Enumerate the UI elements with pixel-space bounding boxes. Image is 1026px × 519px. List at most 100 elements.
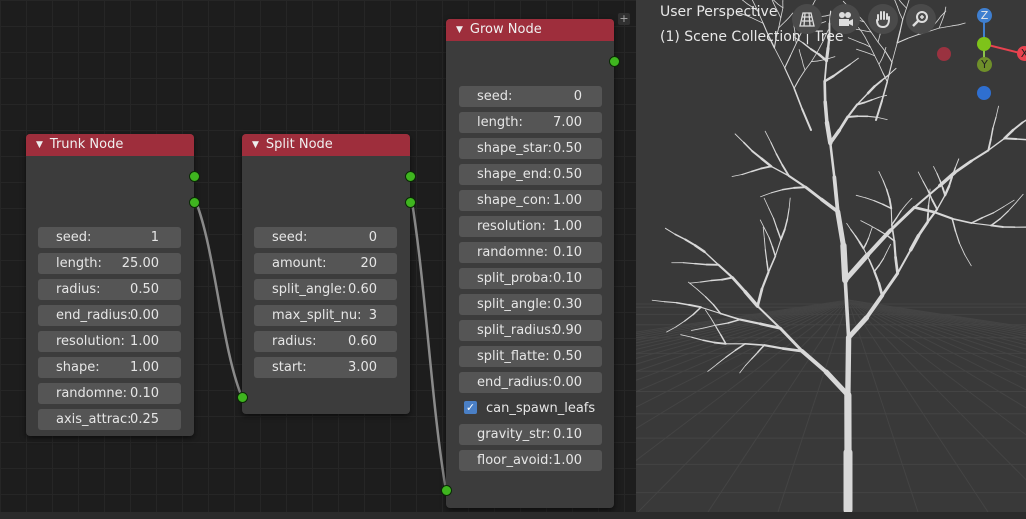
field-value: 0.10 — [553, 271, 582, 286]
gizmo-x-axis[interactable]: X — [1017, 46, 1026, 61]
field-trunk-fields-7[interactable]: axis_attrac: 0.25 — [38, 409, 181, 430]
grow-input-socket[interactable] — [441, 485, 452, 496]
field-trunk-fields-6[interactable]: randomne: 0.10 — [38, 383, 181, 404]
gizmo-y-axis[interactable]: Y — [977, 57, 992, 72]
field-value: 3.00 — [348, 360, 377, 375]
field-grow-fields_after-0[interactable]: gravity_str: 0.10 — [459, 424, 602, 445]
field-split-fields-0[interactable]: seed: 0 — [254, 227, 397, 248]
field-value: 0.50 — [130, 282, 159, 297]
field-label: seed: — [477, 89, 513, 104]
split-node-header[interactable]: ▼ Split Node — [242, 134, 410, 156]
field-grow-fields-4[interactable]: shape_con: 1.00 — [459, 190, 602, 211]
camera-icon[interactable] — [830, 4, 860, 34]
field-label: randomne: — [477, 245, 549, 260]
split-input-socket[interactable] — [237, 392, 248, 403]
grow-output-socket[interactable] — [609, 56, 620, 67]
field-label: start: — [272, 360, 307, 375]
field-value: 0.10 — [553, 245, 582, 260]
zoom-icon[interactable] — [906, 4, 936, 34]
field-split-fields-2[interactable]: split_angle: 0.60 — [254, 279, 397, 300]
field-value: 0.90 — [553, 323, 582, 338]
trunk-node-header[interactable]: ▼ Trunk Node — [26, 134, 194, 156]
field-value: 3 — [368, 308, 377, 323]
field-grow-fields-8[interactable]: split_angle: 0.30 — [459, 294, 602, 315]
trunk-output-socket-2[interactable] — [189, 197, 200, 208]
field-trunk-fields-3[interactable]: end_radius: 0.00 — [38, 305, 181, 326]
field-value: 25.00 — [121, 256, 159, 271]
field-trunk-fields-4[interactable]: resolution: 1.00 — [38, 331, 181, 352]
3d-viewport[interactable]: User Perspective (1) Scene Collection | … — [636, 0, 1026, 512]
field-trunk-fields-0[interactable]: seed: 1 — [38, 227, 181, 248]
field-trunk-fields-5[interactable]: shape: 1.00 — [38, 357, 181, 378]
field-value: 1 — [150, 230, 159, 245]
field-value: 0.60 — [348, 282, 377, 297]
field-grow-fields-7[interactable]: split_proba: 0.10 — [459, 268, 602, 289]
field-value: 0.50 — [553, 349, 582, 364]
field-grow-fields-2[interactable]: shape_star: 0.50 — [459, 138, 602, 159]
collapse-triangle-icon[interactable]: ▼ — [456, 19, 463, 41]
field-value: 0.25 — [130, 412, 159, 427]
field-trunk-fields-1[interactable]: length: 25.00 — [38, 253, 181, 274]
field-label: split_angle: — [272, 282, 347, 297]
field-grow-fields-11[interactable]: end_radius: 0.00 — [459, 372, 602, 393]
grow-node-header[interactable]: ▼ Grow Node — [446, 19, 614, 41]
checkbox-label: can_spawn_leafs — [486, 401, 596, 416]
trunk-output-socket-1[interactable] — [189, 171, 200, 182]
field-grow-fields-6[interactable]: randomne: 0.10 — [459, 242, 602, 263]
trunk-node-title: Trunk Node — [49, 137, 124, 152]
bottom-bar — [0, 512, 1026, 519]
field-label: radius: — [56, 282, 101, 297]
field-value: 1.00 — [553, 219, 582, 234]
field-value: 0.10 — [553, 427, 582, 442]
field-label: resolution: — [56, 334, 125, 349]
collapse-triangle-icon[interactable]: ▼ — [36, 134, 43, 156]
field-grow-fields-3[interactable]: shape_end: 0.50 — [459, 164, 602, 185]
field-value: 1.00 — [553, 453, 582, 468]
field-grow-fields-1[interactable]: length: 7.00 — [459, 112, 602, 133]
split-output-socket-1[interactable] — [405, 171, 416, 182]
grow-node-title: Grow Node — [469, 22, 542, 37]
field-label: radius: — [272, 334, 317, 349]
field-grow-fields-10[interactable]: split_flatte: 0.50 — [459, 346, 602, 367]
node-editor[interactable]: + ▼ Trunk Node seed: 1 length: 25.00 radius: 0… — [0, 0, 636, 519]
field-label: shape_end: — [477, 167, 552, 182]
view-name: User Perspective — [660, 4, 778, 20]
field-value: 0.50 — [553, 167, 582, 182]
field-trunk-fields-2[interactable]: radius: 0.50 — [38, 279, 181, 300]
field-grow-fields-0[interactable]: seed: 0 — [459, 86, 602, 107]
trunk-node[interactable]: ▼ Trunk Node seed: 1 length: 25.00 radius: 0.5… — [26, 134, 194, 436]
field-split-fields-3[interactable]: max_split_nu: 3 — [254, 305, 397, 326]
gizmo-z-axis[interactable]: Z — [977, 8, 992, 23]
field-value: 0 — [573, 89, 582, 104]
field-grow-fields-5[interactable]: resolution: 1.00 — [459, 216, 602, 237]
field-value: 0 — [368, 230, 377, 245]
field-value: 1.00 — [130, 360, 159, 375]
field-split-fields-4[interactable]: radius: 0.60 — [254, 331, 397, 352]
field-grow-fields-9[interactable]: split_radius: 0.90 — [459, 320, 602, 341]
field-value: 0.00 — [553, 375, 582, 390]
field-label: shape: — [56, 360, 100, 375]
collapse-triangle-icon[interactable]: ▼ — [252, 134, 259, 156]
field-split-fields-5[interactable]: start: 3.00 — [254, 357, 397, 378]
field-value: 0.10 — [130, 386, 159, 401]
field-label: shape_star: — [477, 141, 553, 156]
field-label: end_radius: — [56, 308, 132, 323]
field-label: randomne: — [56, 386, 128, 401]
split-node-title: Split Node — [265, 137, 333, 152]
checkbox-check-icon[interactable]: ✓ — [464, 401, 477, 414]
field-grow-fields_after-1[interactable]: floor_avoid: 1.00 — [459, 450, 602, 471]
grid-icon[interactable] — [792, 4, 822, 34]
grow-node[interactable]: ▼ Grow Node seed: 0 length: 7.00 shape_star: 0… — [446, 19, 614, 508]
link-split-grow — [410, 201, 448, 491]
field-value: 20 — [360, 256, 377, 271]
field-value: 0.50 — [553, 141, 582, 156]
link-trunk-split — [194, 201, 244, 398]
split-node[interactable]: ▼ Split Node seed: 0 amount: 20 split_angle: 0… — [242, 134, 410, 414]
field-split-fields-1[interactable]: amount: 20 — [254, 253, 397, 274]
field-label: length: — [477, 115, 523, 130]
field-value: 1.00 — [553, 193, 582, 208]
split-output-socket-2[interactable] — [405, 197, 416, 208]
field-label: split_flatte: — [477, 349, 550, 364]
field-label: gravity_str: — [477, 427, 551, 442]
hand-icon[interactable] — [868, 4, 898, 34]
